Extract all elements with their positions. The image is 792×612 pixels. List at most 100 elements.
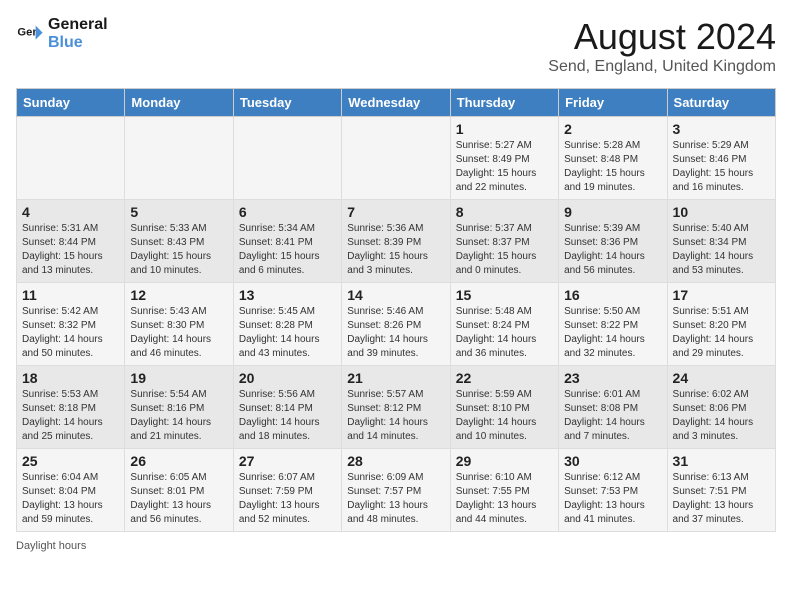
calendar-cell: 20Sunrise: 5:56 AMSunset: 8:14 PMDayligh… — [233, 366, 341, 449]
cell-info: Sunrise: 5:39 AMSunset: 8:36 PMDaylight:… — [564, 222, 661, 278]
logo-line1: General — [48, 16, 108, 34]
calendar-week-row: 4Sunrise: 5:31 AMSunset: 8:44 PMDaylight… — [17, 200, 776, 283]
day-number: 13 — [239, 287, 336, 303]
calendar-week-row: 25 Sunrise: 6:04 AMSunset: 8:04 PMDayligh… — [17, 449, 776, 532]
day-number: 9 — [564, 204, 661, 220]
calendar-header-wednesday: Wednesday — [342, 89, 450, 117]
day-number: 31 — [673, 453, 770, 469]
calendar-cell: 14Sunrise: 5:46 AMSunset: 8:26 PMDayligh… — [342, 283, 450, 366]
calendar-cell: 31 Sunrise: 6:13 AMSunset: 7:51 PMDayligh… — [667, 449, 775, 532]
day-number: 26 — [130, 453, 227, 469]
calendar-cell: 5Sunrise: 5:33 AMSunset: 8:43 PMDaylight… — [125, 200, 233, 283]
cell-info: Sunrise: 5:36 AMSunset: 8:39 PMDaylight:… — [347, 222, 444, 278]
day-number: 3 — [673, 121, 770, 137]
day-number: 21 — [347, 370, 444, 386]
day-number: 22 — [456, 370, 553, 386]
calendar-header-row: SundayMondayTuesdayWednesdayThursdayFrid… — [17, 89, 776, 117]
cell-info: Sunrise: 5:59 AMSunset: 8:10 PMDaylight:… — [456, 388, 553, 444]
calendar-cell: 26 Sunrise: 6:05 AMSunset: 8:01 PMDayligh… — [125, 449, 233, 532]
cell-info: Sunrise: 5:57 AMSunset: 8:12 PMDaylight:… — [347, 388, 444, 444]
cell-info: Sunrise: 6:04 AMSunset: 8:04 PMDaylight:… — [22, 471, 119, 527]
calendar-week-row: 18 Sunrise: 5:53 AMSunset: 8:18 PMDayligh… — [17, 366, 776, 449]
subtitle: Send, England, United Kingdom — [548, 58, 776, 76]
calendar-cell: 15 Sunrise: 5:48 AMSunset: 8:24 PMDayligh… — [450, 283, 558, 366]
cell-info: Sunrise: 5:51 AMSunset: 8:20 PMDaylight:… — [673, 305, 770, 361]
calendar-cell: 2Sunrise: 5:28 AMSunset: 8:48 PMDaylight… — [559, 117, 667, 200]
cell-info: Sunrise: 5:42 AMSunset: 8:32 PMDaylight:… — [22, 305, 119, 361]
day-number: 2 — [564, 121, 661, 137]
cell-info: Sunrise: 6:09 AMSunset: 7:57 PMDaylight:… — [347, 471, 444, 527]
day-number: 15 — [456, 287, 553, 303]
calendar-cell: 17 Sunrise: 5:51 AMSunset: 8:20 PMDayligh… — [667, 283, 775, 366]
calendar-header-saturday: Saturday — [667, 89, 775, 117]
calendar-week-row: 1 Sunrise: 5:27 AMSunset: 8:49 PMDaylight… — [17, 117, 776, 200]
cell-info: Sunrise: 5:54 AMSunset: 8:16 PMDaylight:… — [130, 388, 227, 444]
cell-info: Sunrise: 5:31 AMSunset: 8:44 PMDaylight:… — [22, 222, 119, 278]
calendar-cell: 3 Sunrise: 5:29 AMSunset: 8:46 PMDaylight… — [667, 117, 775, 200]
cell-info: Sunrise: 5:56 AMSunset: 8:14 PMDaylight:… — [239, 388, 336, 444]
day-number: 1 — [456, 121, 553, 137]
calendar-cell: 30 Sunrise: 6:12 AMSunset: 7:53 PMDayligh… — [559, 449, 667, 532]
cell-info: Sunrise: 5:40 AMSunset: 8:34 PMDaylight:… — [673, 222, 770, 278]
cell-info: Sunrise: 5:48 AMSunset: 8:24 PMDaylight:… — [456, 305, 553, 361]
calendar-cell — [233, 117, 341, 200]
cell-info: Sunrise: 5:45 AMSunset: 8:28 PMDaylight:… — [239, 305, 336, 361]
calendar-table: SundayMondayTuesdayWednesdayThursdayFrid… — [16, 88, 776, 532]
calendar-header-tuesday: Tuesday — [233, 89, 341, 117]
calendar-cell: 25 Sunrise: 6:04 AMSunset: 8:04 PMDayligh… — [17, 449, 125, 532]
title-block: August 2024 Send, England, United Kingdo… — [548, 16, 776, 76]
calendar-cell: 19 Sunrise: 5:54 AMSunset: 8:16 PMDayligh… — [125, 366, 233, 449]
day-number: 17 — [673, 287, 770, 303]
cell-info: Sunrise: 6:13 AMSunset: 7:51 PMDaylight:… — [673, 471, 770, 527]
calendar-cell: 22 Sunrise: 5:59 AMSunset: 8:10 PMDayligh… — [450, 366, 558, 449]
calendar-cell — [125, 117, 233, 200]
logo-line2: Blue — [48, 34, 108, 52]
day-number: 18 — [22, 370, 119, 386]
cell-info: Sunrise: 5:27 AMSunset: 8:49 PMDaylight:… — [456, 139, 553, 195]
calendar-cell: 1 Sunrise: 5:27 AMSunset: 8:49 PMDaylight… — [450, 117, 558, 200]
footer-note: Daylight hours — [16, 540, 776, 552]
cell-info: Sunrise: 6:02 AMSunset: 8:06 PMDaylight:… — [673, 388, 770, 444]
calendar-cell: 4Sunrise: 5:31 AMSunset: 8:44 PMDaylight… — [17, 200, 125, 283]
day-number: 23 — [564, 370, 661, 386]
calendar-header-monday: Monday — [125, 89, 233, 117]
calendar-cell — [17, 117, 125, 200]
calendar-cell: 11Sunrise: 5:42 AMSunset: 8:32 PMDayligh… — [17, 283, 125, 366]
day-number: 24 — [673, 370, 770, 386]
day-number: 6 — [239, 204, 336, 220]
cell-info: Sunrise: 6:05 AMSunset: 8:01 PMDaylight:… — [130, 471, 227, 527]
cell-info: Sunrise: 5:50 AMSunset: 8:22 PMDaylight:… — [564, 305, 661, 361]
calendar-cell: 23Sunrise: 6:01 AMSunset: 8:08 PMDayligh… — [559, 366, 667, 449]
day-number: 30 — [564, 453, 661, 469]
calendar-cell: 27Sunrise: 6:07 AMSunset: 7:59 PMDayligh… — [233, 449, 341, 532]
calendar-cell: 9 Sunrise: 5:39 AMSunset: 8:36 PMDaylight… — [559, 200, 667, 283]
logo-icon: Gen — [16, 20, 44, 48]
calendar-week-row: 11Sunrise: 5:42 AMSunset: 8:32 PMDayligh… — [17, 283, 776, 366]
calendar-cell: 6 Sunrise: 5:34 AMSunset: 8:41 PMDaylight… — [233, 200, 341, 283]
calendar-cell: 13 Sunrise: 5:45 AMSunset: 8:28 PMDayligh… — [233, 283, 341, 366]
page-header: Gen General Blue August 2024 Send, Engla… — [16, 16, 776, 76]
calendar-cell: 16Sunrise: 5:50 AMSunset: 8:22 PMDayligh… — [559, 283, 667, 366]
calendar-body: 1 Sunrise: 5:27 AMSunset: 8:49 PMDaylight… — [17, 117, 776, 532]
calendar-cell: 29 Sunrise: 6:10 AMSunset: 7:55 PMDayligh… — [450, 449, 558, 532]
day-number: 25 — [22, 453, 119, 469]
day-number: 29 — [456, 453, 553, 469]
day-number: 5 — [130, 204, 227, 220]
day-number: 28 — [347, 453, 444, 469]
cell-info: Sunrise: 6:12 AMSunset: 7:53 PMDaylight:… — [564, 471, 661, 527]
day-number: 19 — [130, 370, 227, 386]
calendar-cell: 12Sunrise: 5:43 AMSunset: 8:30 PMDayligh… — [125, 283, 233, 366]
day-number: 8 — [456, 204, 553, 220]
cell-info: Sunrise: 5:29 AMSunset: 8:46 PMDaylight:… — [673, 139, 770, 195]
day-number: 27 — [239, 453, 336, 469]
day-number: 12 — [130, 287, 227, 303]
cell-info: Sunrise: 5:34 AMSunset: 8:41 PMDaylight:… — [239, 222, 336, 278]
calendar-cell: 7Sunrise: 5:36 AMSunset: 8:39 PMDaylight… — [342, 200, 450, 283]
calendar-cell: 24 Sunrise: 6:02 AMSunset: 8:06 PMDayligh… — [667, 366, 775, 449]
cell-info: Sunrise: 6:10 AMSunset: 7:55 PMDaylight:… — [456, 471, 553, 527]
day-number: 10 — [673, 204, 770, 220]
cell-info: Sunrise: 5:53 AMSunset: 8:18 PMDaylight:… — [22, 388, 119, 444]
calendar-cell — [342, 117, 450, 200]
calendar-cell: 18 Sunrise: 5:53 AMSunset: 8:18 PMDayligh… — [17, 366, 125, 449]
calendar-header-sunday: Sunday — [17, 89, 125, 117]
